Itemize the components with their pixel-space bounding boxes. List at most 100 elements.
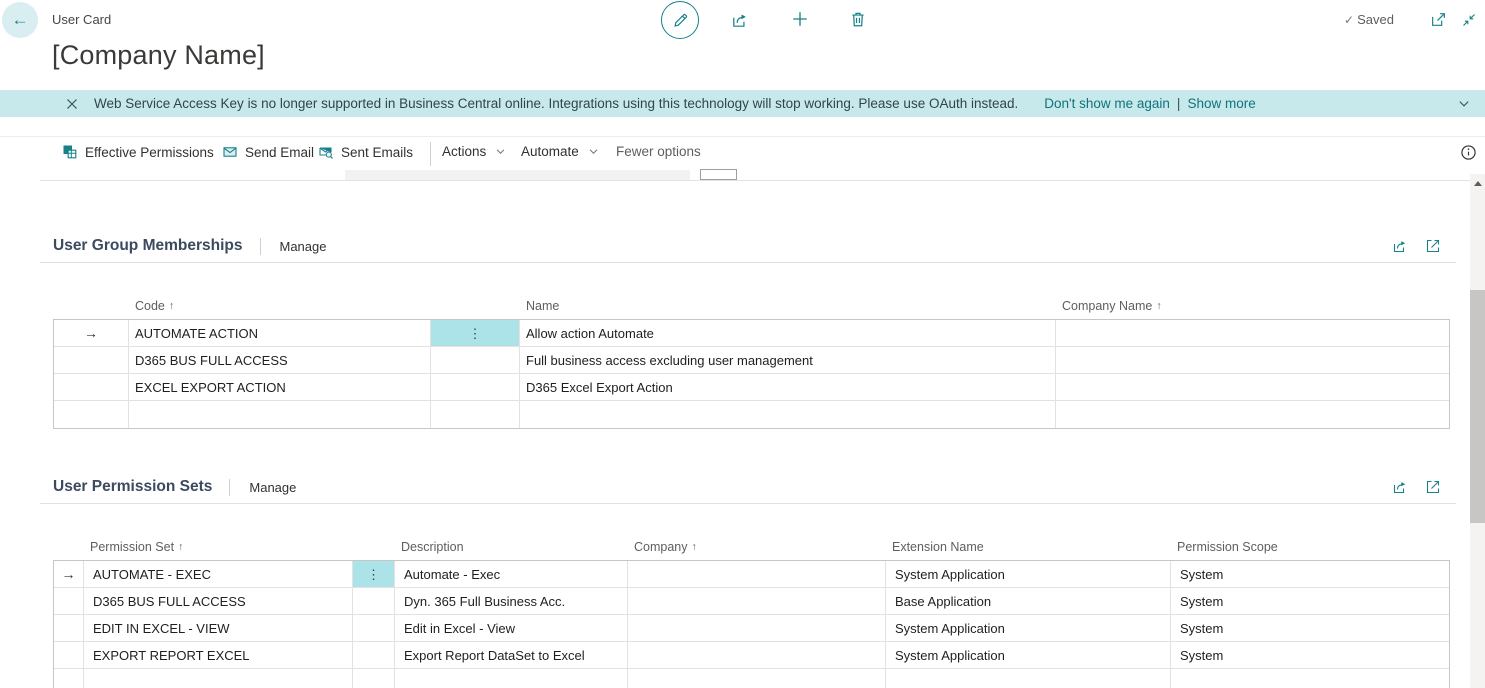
cell-company-name[interactable] [1056, 374, 1449, 400]
row-options-cell[interactable] [353, 588, 395, 614]
column-header-permission-scope[interactable]: Permission Scope [1170, 540, 1448, 554]
cell-name[interactable]: Allow action Automate [520, 320, 1056, 346]
row-marker-cell [54, 588, 84, 614]
column-header-code[interactable]: Code ↑ [128, 299, 430, 313]
table-row[interactable]: EDIT IN EXCEL - VIEW Edit in Excel - Vie… [54, 615, 1449, 642]
new-button[interactable] [791, 10, 809, 28]
row-options-cell[interactable] [431, 374, 520, 400]
arrow-right-icon: → [84, 325, 98, 341]
clipped-field-input[interactable] [345, 170, 690, 180]
envelope-icon [222, 144, 238, 160]
clipped-field-button[interactable] [700, 169, 737, 180]
column-header-extension-name[interactable]: Extension Name [885, 540, 1170, 554]
table-row[interactable]: EXPORT REPORT EXCEL Export Report DataSe… [54, 642, 1449, 669]
edit-button[interactable] [661, 1, 699, 39]
vertical-scrollbar-thumb[interactable] [1470, 290, 1485, 523]
cell-company[interactable] [628, 642, 886, 668]
automate-label: Automate [521, 144, 579, 159]
cell-permission-scope[interactable]: System [1171, 561, 1449, 587]
cell-extension-name[interactable]: System Application [886, 615, 1171, 641]
cell-permission-set[interactable]: EDIT IN EXCEL - VIEW [84, 615, 353, 641]
effective-permissions-label: Effective Permissions [85, 145, 214, 160]
cell-code[interactable]: AUTOMATE ACTION [129, 320, 431, 346]
table-row[interactable]: → AUTOMATE ACTION ⋮ Allow action Automat… [54, 320, 1449, 347]
share-button[interactable] [731, 11, 749, 29]
content-divider [40, 180, 1470, 181]
cell-permission-scope[interactable] [1171, 669, 1449, 688]
cell-permission-set[interactable]: EXPORT REPORT EXCEL [84, 642, 353, 668]
row-options-cell[interactable]: ⋮ [353, 561, 395, 587]
cell-company[interactable] [628, 669, 886, 688]
row-options-cell[interactable] [353, 669, 395, 688]
cell-description[interactable]: Export Report DataSet to Excel [395, 642, 628, 668]
banner-expand-button[interactable] [1457, 97, 1471, 110]
share-section-button[interactable] [1392, 238, 1408, 254]
table-row[interactable]: EXCEL EXPORT ACTION D365 Excel Export Ac… [54, 374, 1449, 401]
permission-sets-section-header: User Permission Sets Manage [53, 476, 296, 498]
send-email-button[interactable]: Send Email [222, 144, 314, 160]
cell-description[interactable]: Edit in Excel - View [395, 615, 628, 641]
cell-code[interactable]: EXCEL EXPORT ACTION [129, 374, 431, 400]
sent-emails-button[interactable]: Sent Emails [318, 144, 413, 160]
manage-button[interactable]: Manage [249, 480, 296, 495]
cell-company-name[interactable] [1056, 347, 1449, 373]
delete-button[interactable] [849, 10, 867, 28]
cell-description[interactable]: Dyn. 365 Full Business Acc. [395, 588, 628, 614]
open-subpage-button[interactable] [1425, 479, 1441, 495]
back-button[interactable]: ← [2, 2, 38, 38]
row-options-cell[interactable] [353, 642, 395, 668]
cell-permission-scope[interactable]: System [1171, 615, 1449, 641]
cell-permission-scope[interactable]: System [1171, 588, 1449, 614]
banner-show-more-link[interactable]: Show more [1187, 96, 1255, 111]
cell-permission-set[interactable]: AUTOMATE - EXEC [84, 561, 353, 587]
cell-company[interactable] [628, 615, 886, 641]
column-header-company-name[interactable]: Company Name ↑ [1055, 299, 1448, 313]
check-icon: ✓ [1344, 13, 1354, 27]
column-header-description[interactable]: Description [394, 540, 627, 554]
collapse-button[interactable] [1461, 12, 1477, 28]
open-subpage-button[interactable] [1425, 238, 1441, 254]
cell-name[interactable]: D365 Excel Export Action [520, 374, 1056, 400]
effective-permissions-button[interactable]: Effective Permissions [62, 144, 214, 160]
cell-name[interactable]: Full business access excluding user mana… [520, 347, 1056, 373]
row-options-cell[interactable] [431, 401, 520, 428]
banner-close-button[interactable] [66, 98, 78, 110]
cell-company[interactable] [628, 561, 886, 587]
share-section-button[interactable] [1392, 479, 1408, 495]
table-row[interactable]: D365 BUS FULL ACCESS Full business acces… [54, 347, 1449, 374]
cell-description[interactable] [395, 669, 628, 688]
banner-dismiss-link[interactable]: Don't show me again [1044, 96, 1170, 111]
table-row[interactable]: → AUTOMATE - EXEC ⋮ Automate - Exec Syst… [54, 561, 1449, 588]
column-header-name[interactable]: Name [519, 299, 1055, 313]
actions-menu-button[interactable]: Actions [442, 144, 506, 159]
cell-permission-set[interactable] [84, 669, 353, 688]
cell-name[interactable] [520, 401, 1056, 428]
row-options-cell[interactable]: ⋮ [431, 320, 520, 346]
open-in-new-window-button[interactable] [1430, 11, 1447, 28]
cell-extension-name[interactable]: Base Application [886, 588, 1171, 614]
automate-menu-button[interactable]: Automate [521, 144, 599, 159]
scroll-up-button[interactable] [1470, 176, 1485, 190]
cell-permission-scope[interactable]: System [1171, 642, 1449, 668]
cell-code[interactable] [129, 401, 431, 428]
cell-extension-name[interactable]: System Application [886, 642, 1171, 668]
cell-code[interactable]: D365 BUS FULL ACCESS [129, 347, 431, 373]
row-options-cell[interactable] [431, 347, 520, 373]
page-info-button[interactable] [1460, 144, 1477, 161]
column-header-permission-set[interactable]: Permission Set ↑ [83, 540, 352, 554]
row-options-cell[interactable] [353, 615, 395, 641]
cell-description[interactable]: Automate - Exec [395, 561, 628, 587]
manage-button[interactable]: Manage [280, 239, 327, 254]
table-row[interactable] [54, 669, 1449, 688]
active-row-marker: → [54, 320, 129, 346]
fewer-options-button[interactable]: Fewer options [616, 144, 701, 159]
table-row[interactable] [54, 401, 1449, 428]
cell-extension-name[interactable] [886, 669, 1171, 688]
table-row[interactable]: D365 BUS FULL ACCESS Dyn. 365 Full Busin… [54, 588, 1449, 615]
cell-company-name[interactable] [1056, 320, 1449, 346]
cell-extension-name[interactable]: System Application [886, 561, 1171, 587]
cell-company[interactable] [628, 588, 886, 614]
column-header-company[interactable]: Company ↑ [627, 540, 885, 554]
cell-permission-set[interactable]: D365 BUS FULL ACCESS [84, 588, 353, 614]
cell-company-name[interactable] [1056, 401, 1449, 428]
